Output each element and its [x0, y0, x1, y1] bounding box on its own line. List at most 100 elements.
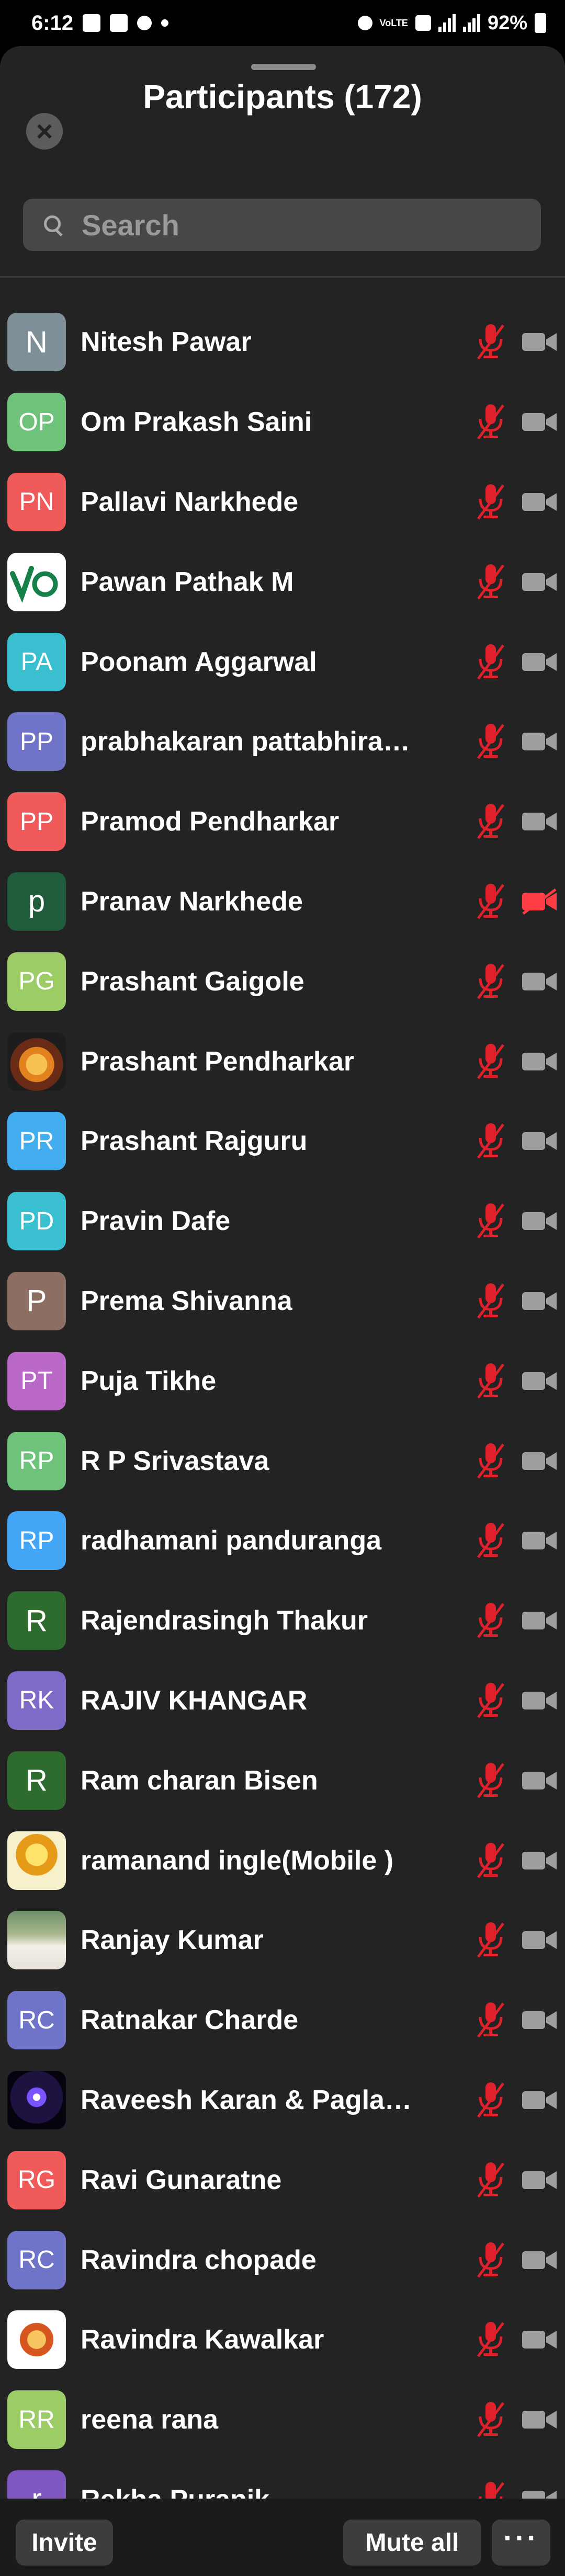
- video-icon[interactable]: [521, 2087, 558, 2113]
- participant-row[interactable]: Ranjay Kumar: [0, 1900, 565, 1980]
- avatar: PP: [7, 712, 66, 771]
- participant-row[interactable]: RP R P Srivastava: [0, 1421, 565, 1501]
- participant-row[interactable]: PA Poonam Aggarwal: [0, 622, 565, 702]
- video-icon[interactable]: [521, 1528, 558, 1554]
- video-icon[interactable]: [521, 2247, 558, 2273]
- participant-row[interactable]: ramanand ingle(Mobile ): [0, 1820, 565, 1900]
- mic-muted-icon[interactable]: [475, 1201, 506, 1241]
- participant-row[interactable]: RG Ravi Gunaratne: [0, 2140, 565, 2220]
- participant-row[interactable]: OP Om Prakash Saini: [0, 382, 565, 462]
- participant-name: Poonam Aggarwal: [81, 646, 317, 677]
- video-icon[interactable]: [521, 2167, 558, 2193]
- more-options-button[interactable]: ···: [492, 2520, 550, 2566]
- mic-muted-icon[interactable]: [475, 642, 506, 682]
- mic-muted-icon[interactable]: [475, 1361, 506, 1401]
- participant-row[interactable]: RK RAJIV KHANGAR: [0, 1661, 565, 1741]
- participant-row[interactable]: RC Ratnakar Charde: [0, 1980, 565, 2060]
- participant-name: Ram charan Bisen: [81, 1765, 318, 1796]
- mic-muted-icon[interactable]: [475, 482, 506, 522]
- participant-row[interactable]: P Prema Shivanna: [0, 1261, 565, 1341]
- video-icon[interactable]: [521, 649, 558, 675]
- mic-muted-icon[interactable]: [475, 1601, 506, 1640]
- avatar-picture: [7, 552, 66, 611]
- invite-button[interactable]: Invite: [16, 2520, 113, 2566]
- participant-row[interactable]: PD Pravin Dafe: [0, 1181, 565, 1261]
- mic-muted-icon[interactable]: [475, 2160, 506, 2200]
- participant-row[interactable]: p Pranav Narkhede: [0, 862, 565, 942]
- video-icon[interactable]: [521, 1927, 558, 1953]
- mic-muted-icon[interactable]: [475, 882, 506, 921]
- mic-muted-icon[interactable]: [475, 1121, 506, 1161]
- avatar: N: [7, 313, 66, 372]
- mute-all-button[interactable]: Mute all: [343, 2520, 481, 2566]
- participant-row[interactable]: PT Puja Tikhe: [0, 1341, 565, 1421]
- mic-muted-icon[interactable]: [475, 2080, 506, 2120]
- video-icon[interactable]: [521, 1688, 558, 1714]
- drag-handle[interactable]: [251, 64, 316, 70]
- mic-muted-icon[interactable]: [475, 1042, 506, 1081]
- gallery-icon: [83, 14, 101, 32]
- mic-muted-icon[interactable]: [475, 2240, 506, 2280]
- avatar-picture: [7, 2310, 66, 2369]
- notification-dot-icon: [161, 19, 169, 27]
- video-off-icon[interactable]: [521, 888, 558, 915]
- video-icon[interactable]: [521, 1208, 558, 1234]
- video-icon[interactable]: [521, 968, 558, 995]
- status-left: 6:12: [31, 12, 169, 35]
- video-icon[interactable]: [521, 1128, 558, 1154]
- participant-row[interactable]: Pawan Pathak M: [0, 542, 565, 622]
- video-icon[interactable]: [521, 489, 558, 515]
- video-icon[interactable]: [521, 1448, 558, 1474]
- close-button[interactable]: ×: [26, 113, 63, 150]
- video-icon[interactable]: [521, 728, 558, 755]
- mic-muted-icon[interactable]: [475, 722, 506, 761]
- video-icon[interactable]: [521, 1768, 558, 1794]
- video-icon[interactable]: [521, 2327, 558, 2353]
- mic-muted-icon[interactable]: [475, 802, 506, 841]
- signal-icon: [438, 14, 456, 32]
- mic-muted-icon[interactable]: [475, 2320, 506, 2360]
- participant-row[interactable]: R Ram charan Bisen: [0, 1740, 565, 1820]
- mic-muted-icon[interactable]: [475, 562, 506, 602]
- participant-row[interactable]: RP radhamani panduranga: [0, 1501, 565, 1581]
- participant-row[interactable]: PG Prashant Gaigole: [0, 941, 565, 1021]
- mic-muted-icon[interactable]: [475, 2400, 506, 2440]
- video-icon[interactable]: [521, 569, 558, 595]
- video-icon[interactable]: [521, 1368, 558, 1394]
- participant-row[interactable]: RR reena rana: [0, 2380, 565, 2460]
- participant-name: R P Srivastava: [81, 1445, 269, 1476]
- video-icon[interactable]: [521, 808, 558, 835]
- mic-muted-icon[interactable]: [475, 1441, 506, 1481]
- video-icon[interactable]: [521, 2407, 558, 2433]
- mic-muted-icon[interactable]: [475, 322, 506, 362]
- participant-row[interactable]: PP prabhakaran pattabhira…: [0, 702, 565, 782]
- video-icon[interactable]: [521, 1048, 558, 1075]
- participant-row[interactable]: RC Ravindra chopade: [0, 2220, 565, 2300]
- search-input[interactable]: Search: [23, 199, 541, 251]
- mic-muted-icon[interactable]: [475, 1841, 506, 1880]
- battery-percent: 92%: [487, 12, 527, 34]
- video-icon[interactable]: [521, 1848, 558, 1874]
- video-icon[interactable]: [521, 409, 558, 435]
- mic-muted-icon[interactable]: [475, 1521, 506, 1560]
- participant-row[interactable]: Prashant Pendharkar: [0, 1021, 565, 1101]
- participant-row[interactable]: PN Pallavi Narkhede: [0, 462, 565, 542]
- participant-row[interactable]: Raveesh Karan & Pagla…: [0, 2060, 565, 2140]
- video-icon[interactable]: [521, 1288, 558, 1314]
- video-icon[interactable]: [521, 329, 558, 355]
- participant-row[interactable]: R Rajendrasingh Thakur: [0, 1581, 565, 1661]
- mic-muted-icon[interactable]: [475, 402, 506, 442]
- mic-muted-icon[interactable]: [475, 2000, 506, 2040]
- participant-row[interactable]: N Nitesh Pawar: [0, 302, 565, 382]
- participant-row[interactable]: PP Pramod Pendharkar: [0, 782, 565, 862]
- participant-row[interactable]: PR Prashant Rajguru: [0, 1101, 565, 1181]
- mic-muted-icon[interactable]: [475, 1281, 506, 1321]
- video-icon[interactable]: [521, 1608, 558, 1634]
- mic-muted-icon[interactable]: [475, 1681, 506, 1720]
- u-app-icon: [110, 14, 128, 32]
- participant-row[interactable]: Ravindra Kawalkar: [0, 2300, 565, 2380]
- mic-muted-icon[interactable]: [475, 1920, 506, 1960]
- mic-muted-icon[interactable]: [475, 962, 506, 1001]
- mic-muted-icon[interactable]: [475, 1761, 506, 1800]
- video-icon[interactable]: [521, 2007, 558, 2033]
